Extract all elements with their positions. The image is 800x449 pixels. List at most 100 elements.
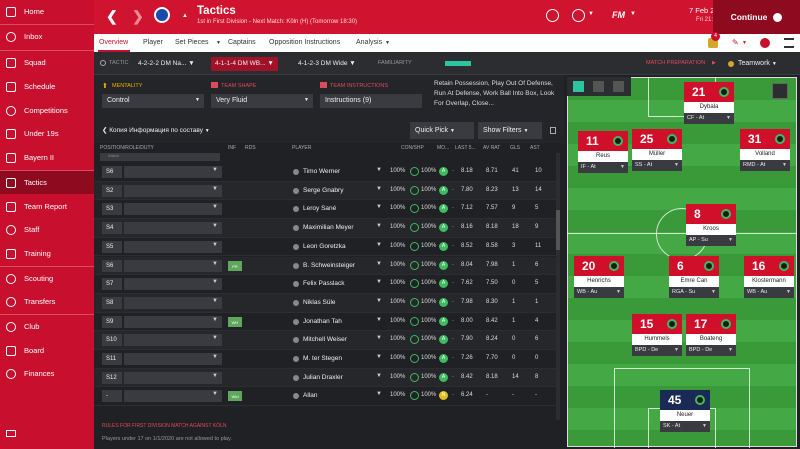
chevron-down-icon[interactable]: ▼ xyxy=(212,354,218,360)
col-position-role-duty[interactable]: POSITION/ROLE/DUTY xyxy=(100,145,154,151)
col-con-shp[interactable]: CON/SHP xyxy=(401,145,424,151)
tab-opposition-instructions[interactable]: Opposition Instructions xyxy=(269,39,340,46)
role-select[interactable] xyxy=(124,203,222,216)
position-slot[interactable]: S2 xyxy=(102,184,122,197)
sidebar-item-team-report[interactable]: Team Report xyxy=(0,195,94,218)
pitch-stats-icon[interactable] xyxy=(593,81,604,92)
table-row[interactable]: S6 ▼ PR B. Schweinsteiger ▼ 100% 100% A -8.04 7.9… xyxy=(94,256,556,276)
tab-analysis[interactable]: Analysis xyxy=(356,39,382,46)
chevron-down-icon[interactable]: ▼ xyxy=(376,279,382,285)
chevron-down-icon[interactable]: ▼ xyxy=(212,204,218,210)
chevron-down-icon[interactable]: ▼ xyxy=(728,237,733,243)
pitch-view-icon[interactable] xyxy=(613,81,624,92)
chevron-down-icon[interactable]: ▼ xyxy=(212,223,218,229)
col-inf[interactable]: INF xyxy=(228,145,236,151)
team-instructions-button[interactable]: Instructions (9) xyxy=(320,94,422,108)
position-slot[interactable]: S3 xyxy=(102,203,122,216)
chevron-down-icon[interactable]: ▼ xyxy=(376,223,382,229)
table-row[interactable]: S12 ▼ Julian Draxler ▼ 100% 100% A -8.42 8.18 14 8 xyxy=(94,368,556,388)
tab-set-pieces[interactable]: Set Pieces xyxy=(175,39,208,46)
player-name[interactable]: Jonathan Tah xyxy=(303,318,342,325)
player-name[interactable]: Julian Draxler xyxy=(303,374,343,381)
position-slot[interactable]: - xyxy=(102,390,122,403)
search-icon[interactable] xyxy=(546,9,559,22)
position-slot[interactable]: S7 xyxy=(102,278,122,291)
role-select[interactable] xyxy=(124,184,222,197)
role-select[interactable] xyxy=(124,334,222,347)
player-info-icon[interactable] xyxy=(293,281,299,288)
sidebar-item-home[interactable]: Home xyxy=(0,0,94,23)
position-slot[interactable]: S12 xyxy=(102,371,122,384)
chevron-down-icon[interactable]: ▼ xyxy=(674,347,679,353)
position-slot[interactable]: S5 xyxy=(102,240,122,253)
help-icon[interactable] xyxy=(760,38,770,48)
chevron-down-icon[interactable]: ▼ xyxy=(216,40,221,46)
menu-icon[interactable] xyxy=(784,38,794,48)
player-info-icon[interactable] xyxy=(293,243,299,250)
team-shape-select[interactable]: Very Fluid ▼ xyxy=(211,94,313,108)
player-info-icon[interactable] xyxy=(293,187,299,194)
position-slot[interactable]: S8 xyxy=(102,296,122,309)
settings-icon[interactable] xyxy=(100,60,106,66)
chevron-down-icon[interactable]: ▼ xyxy=(212,279,218,285)
table-row[interactable]: S6 ▼ Timo Werner ▼ 100% 100% A -8.18 8.71 41 10 xyxy=(94,163,556,182)
sidebar-item-under19s[interactable]: Under 19s xyxy=(0,122,94,145)
match-preparation-link[interactable]: MATCH PREPARATION xyxy=(646,60,705,66)
fm-logo[interactable]: FM xyxy=(612,10,625,20)
tab-captains[interactable]: Captains xyxy=(228,39,256,46)
role-select[interactable] xyxy=(124,259,222,272)
col-ast[interactable]: AST xyxy=(530,145,540,151)
player-name[interactable]: Leon Goretzka xyxy=(303,243,346,250)
rules-title[interactable]: RULES FOR FIRST DIVISION MATCH AGAINST K… xyxy=(102,423,226,429)
table-row[interactable]: S7 ▼ Felix Passlack ▼ 100% 100% A -7.62 7.50 0 5 xyxy=(94,275,556,294)
role-select[interactable] xyxy=(124,353,222,365)
player-info-icon[interactable] xyxy=(293,299,299,306)
col-player[interactable]: PLAYER xyxy=(292,145,311,151)
player-name[interactable]: Felix Passlack xyxy=(303,280,345,287)
chevron-down-icon[interactable]: ▼ xyxy=(212,298,218,304)
table-scrollbar[interactable] xyxy=(556,153,560,425)
table-row[interactable]: S3 ▼ Leroy Sané ▼ 100% 100% A -7.12 7.57 9 5 xyxy=(94,200,556,220)
table-row[interactable]: S4 ▼ Maximilian Meyer ▼ 100% 100% A -8.16 8.18 18… xyxy=(94,219,556,238)
role-select[interactable] xyxy=(124,240,222,253)
chevron-down-icon[interactable]: ▼ xyxy=(212,167,218,173)
sidebar-item-board[interactable]: Board xyxy=(0,339,94,362)
selection-view-dropdown[interactable]: ❮ Копия Информация по составу ▼ xyxy=(102,126,210,134)
sidebar-item-bayern-ii[interactable]: Bayern II xyxy=(0,146,94,169)
chevron-down-icon[interactable]: ▼ xyxy=(212,317,218,323)
player-name[interactable]: Maximilian Meyer xyxy=(303,224,354,231)
globe-icon[interactable] xyxy=(572,9,585,22)
sidebar-item-schedule[interactable]: Schedule xyxy=(0,75,94,98)
chevron-down-icon[interactable]: ▼ xyxy=(786,289,791,295)
table-row[interactable]: S10 ▼ Mitchell Weiser ▼ 100% 100% A -7.90 8.24 0 6 xyxy=(94,331,556,350)
sidebar-item-transfers[interactable]: Transfers xyxy=(0,290,94,313)
chevron-down-icon[interactable]: ▼ xyxy=(782,162,787,168)
chevron-down-icon[interactable]: ▼ xyxy=(376,167,382,173)
role-select[interactable] xyxy=(124,222,222,235)
role-select[interactable] xyxy=(124,315,222,328)
tactic-slot-1[interactable]: 4-2-2-2 DM Na... ▼ xyxy=(134,57,199,71)
player-info-icon[interactable] xyxy=(293,393,299,400)
chevron-down-icon[interactable]: ▼ xyxy=(376,298,382,304)
player-name[interactable]: Niklas Süle xyxy=(303,299,336,306)
chevron-down-icon[interactable]: ▼ xyxy=(212,335,218,341)
chevron-down-icon[interactable]: ▼ xyxy=(588,11,594,17)
chevron-down-icon[interactable]: ▼ xyxy=(212,261,218,267)
next-match-info[interactable]: 1st in First Division - Next Match: Köln… xyxy=(197,19,357,25)
chevron-down-icon[interactable]: ▼ xyxy=(212,186,218,192)
club-badge-icon[interactable] xyxy=(154,7,170,23)
sidebar-item-club[interactable]: Club xyxy=(0,315,94,338)
exit-icon[interactable] xyxy=(772,83,788,99)
familiarity-bar[interactable] xyxy=(445,61,471,66)
chevron-down-icon[interactable]: ▼ xyxy=(376,373,382,379)
chevron-down-icon[interactable]: ▼ xyxy=(674,162,679,168)
chevron-down-icon[interactable]: ▼ xyxy=(376,391,382,397)
sidebar-item-scouting[interactable]: Scouting xyxy=(0,267,94,290)
teamwork-dropdown[interactable]: Teamwork ▼ xyxy=(726,57,800,71)
player-info-icon[interactable] xyxy=(293,374,299,381)
table-row[interactable]: S5 ▼ Leon Goretzka ▼ 100% 100% A -8.52 8.58 3 11 xyxy=(94,238,556,257)
table-row[interactable]: S8 ▼ Niklas Süle ▼ 100% 100% A -7.98 8.30 1 1 xyxy=(94,293,556,313)
player-name[interactable]: Serge Gnabry xyxy=(303,187,343,194)
chevron-down-icon[interactable]: ▼ xyxy=(376,261,382,267)
position-slot[interactable]: S6 xyxy=(102,259,122,272)
